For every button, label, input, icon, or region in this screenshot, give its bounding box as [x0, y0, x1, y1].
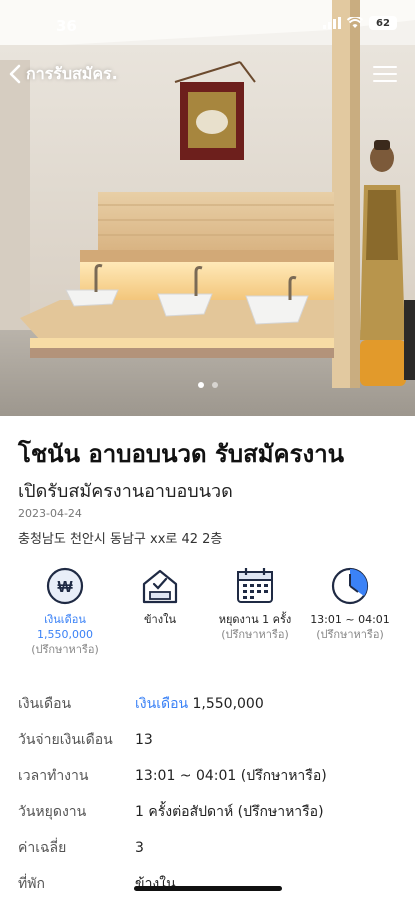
detail-row-housing: ที่พัก ข้างใน — [18, 866, 398, 900]
clock-icon — [331, 567, 369, 605]
status-bar: 36 62 — [0, 0, 415, 50]
back-label: การรับสมัคร. — [26, 63, 118, 83]
detail-key: วันหยุดงาน — [18, 804, 87, 820]
detail-value: เงินเดือน 1,550,000 — [135, 693, 264, 715]
post-date: 2023-04-24 — [18, 507, 82, 520]
carousel-indicator — [0, 382, 415, 388]
hamburger-menu-icon[interactable] — [373, 66, 397, 82]
detail-key: ที่พัก — [18, 876, 45, 892]
feature-salary-label: เงินเดือน 1,550,000 — [37, 613, 93, 641]
feature-dayoff-label: หยุดงาน 1 ครั้ง — [218, 613, 292, 626]
house-check-icon — [142, 569, 178, 604]
feature-dayoff: หยุดงาน 1 ครั้ง (ปรึกษาหารือ) — [205, 566, 305, 642]
detail-value: ข้างใน — [135, 876, 176, 892]
feature-salary-note: (ปรึกษาหารือ) — [31, 643, 99, 656]
feature-housing-label: ข้างใน — [144, 613, 176, 626]
feature-salary: ₩ เงินเดือน 1,550,000 (ปรึกษาหารือ) — [15, 566, 115, 657]
detail-row-hours: เวลาทำงาน 13:01 ~ 04:01 (ปรึกษาหารือ) — [18, 758, 398, 794]
detail-value: 3 — [135, 840, 144, 856]
calendar-icon — [237, 568, 273, 603]
home-indicator[interactable] — [134, 886, 282, 891]
carousel-dot[interactable] — [211, 382, 218, 388]
detail-value-highlight: เงินเดือน — [135, 696, 189, 712]
feature-housing: ข้างใน — [110, 566, 210, 627]
wifi-icon — [347, 17, 363, 28]
won-coin-icon: ₩ — [46, 567, 84, 605]
svg-text:₩: ₩ — [57, 579, 73, 596]
chevron-left-icon — [9, 64, 21, 84]
feature-hours: 13:01 ~ 04:01 (ปรึกษาหารือ) — [300, 566, 400, 642]
feature-hours-note: (ปรึกษาหารือ) — [316, 628, 384, 641]
job-address: 충청남도 천안시 동남구 xx로 42 2층 — [18, 532, 223, 547]
detail-key: วันจ่ายเงินเดือน — [18, 732, 113, 748]
detail-row-salary: เงินเดือน เงินเดือน 1,550,000 — [18, 686, 398, 722]
status-icons: 62 — [323, 16, 397, 30]
detail-value-text: 1,550,000 — [192, 696, 264, 712]
top-nav: การรับสมัคร. — [0, 56, 415, 92]
detail-key: เวลาทำงาน — [18, 768, 89, 784]
job-title: โชนัน อาบอบนวด รับสมัครงาน — [18, 440, 345, 468]
job-subtitle: เปิดรับสมัครงานอาบอบนวด — [18, 481, 233, 502]
detail-row-dayoff: วันหยุดงาน 1 ครั้งต่อสัปดาห์ (ปรึกษาหารื… — [18, 794, 398, 830]
detail-row-average: ค่าเฉลี่ย 3 — [18, 830, 398, 866]
back-button[interactable]: การรับสมัคร. — [8, 60, 118, 88]
detail-key: ค่าเฉลี่ย — [18, 840, 67, 856]
detail-table: เงินเดือน เงินเดือน 1,550,000 วันจ่ายเงิ… — [18, 686, 398, 900]
battery-indicator: 62 — [369, 16, 397, 30]
detail-value: 13 — [135, 732, 153, 748]
detail-key: เงินเดือน — [18, 696, 72, 712]
status-time: 36 — [56, 17, 77, 35]
detail-value: 13:01 ~ 04:01 (ปรึกษาหารือ) — [135, 768, 327, 784]
feature-hours-label: 13:01 ~ 04:01 — [310, 613, 390, 626]
signal-icon — [323, 17, 341, 29]
detail-row-payday: วันจ่ายเงินเดือน 13 — [18, 722, 398, 758]
feature-dayoff-note: (ปรึกษาหารือ) — [221, 628, 289, 641]
detail-value: 1 ครั้งต่อสัปดาห์ (ปรึกษาหารือ) — [135, 804, 324, 820]
feature-summary: ₩ เงินเดือน 1,550,000 (ปรึกษาหารือ) ข้าง… — [0, 566, 415, 666]
carousel-dot[interactable] — [197, 382, 204, 388]
